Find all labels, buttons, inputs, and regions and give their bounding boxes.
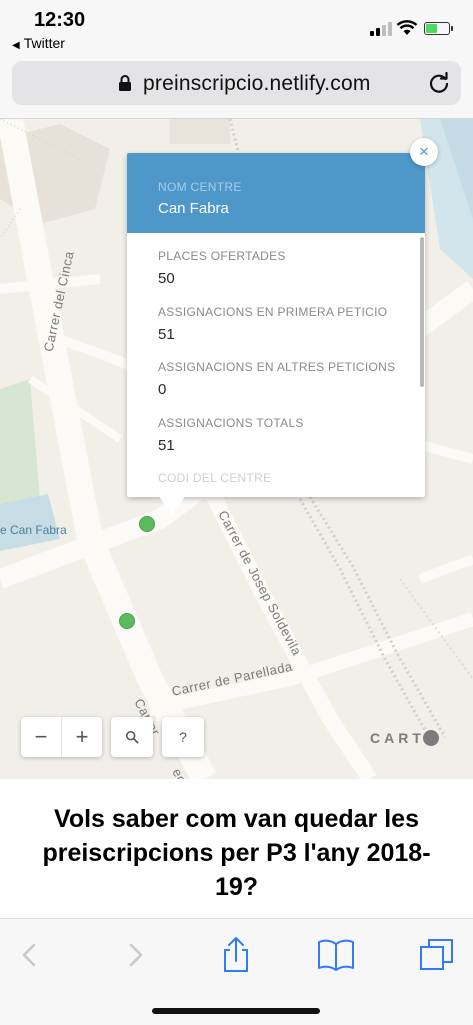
page-headline: Vols saber com van quedar les preiscripc… bbox=[42, 805, 431, 901]
help-label: ? bbox=[179, 729, 187, 745]
field-value: 0 bbox=[158, 381, 167, 398]
lock-icon bbox=[119, 75, 131, 91]
field-label: ASSIGNACIONS EN PRIMERA PETICIO bbox=[158, 305, 388, 319]
forward-icon[interactable] bbox=[115, 935, 155, 975]
popup-scrollbar[interactable] bbox=[420, 237, 424, 387]
browser-address-area: preinscripcio.netlify.com bbox=[0, 58, 473, 119]
status-bar: 12:30 ◀ Twitter bbox=[0, 0, 473, 58]
zoom-controls: − + bbox=[21, 717, 102, 757]
back-icon[interactable] bbox=[10, 935, 50, 975]
carto-attribution[interactable]: CART bbox=[370, 730, 425, 746]
url-text[interactable]: preinscripcio.netlify.com bbox=[143, 72, 371, 96]
popup-body[interactable]: PLACES OFERTADES 50 ASSIGNACIONS EN PRIM… bbox=[127, 233, 425, 497]
bookmarks-icon[interactable] bbox=[316, 935, 356, 975]
popup-close-button[interactable]: × bbox=[410, 138, 438, 166]
cellular-signal-icon bbox=[370, 22, 392, 36]
field-label: ASSIGNACIONS EN ALTRES PETICIONS bbox=[158, 360, 396, 374]
search-button[interactable] bbox=[111, 717, 153, 757]
home-indicator bbox=[152, 1008, 320, 1014]
poi-label: e Can Fabra bbox=[0, 523, 67, 537]
popup-field: PLACES OFERTADES 50 bbox=[158, 249, 286, 287]
back-to-app-link[interactable]: ◀ Twitter bbox=[12, 35, 65, 51]
map[interactable]: Carrer del Cinca Carrer de Josep Soldevi… bbox=[0, 119, 473, 779]
popup-field: ASSIGNACIONS EN PRIMERA PETICIO 51 bbox=[158, 305, 387, 343]
share-icon[interactable] bbox=[216, 935, 256, 975]
field-label: ASSIGNACIONS TOTALS bbox=[158, 416, 304, 430]
battery-level bbox=[426, 24, 437, 33]
popup-field: CODI DEL CENTRE bbox=[158, 471, 271, 492]
nom-centre-value: Can Fabra bbox=[158, 200, 229, 217]
nom-centre-label: NOM CENTRE bbox=[158, 180, 242, 194]
help-button[interactable]: ? bbox=[162, 717, 204, 757]
info-popup: NOM CENTRE Can Fabra PLACES OFERTADES 50… bbox=[127, 153, 425, 497]
zoom-out-button[interactable]: − bbox=[21, 717, 61, 757]
school-marker[interactable] bbox=[139, 516, 155, 532]
field-value: 51 bbox=[158, 437, 175, 454]
search-icon bbox=[125, 730, 139, 744]
popup-header: NOM CENTRE Can Fabra bbox=[127, 153, 425, 233]
status-time: 12:30 bbox=[34, 9, 86, 31]
popup-pointer bbox=[158, 495, 186, 515]
field-label: PLACES OFERTADES bbox=[158, 249, 286, 263]
carto-logo-icon[interactable] bbox=[423, 730, 439, 746]
school-marker[interactable] bbox=[119, 613, 135, 629]
field-value: 51 bbox=[158, 326, 175, 343]
popup-field: ASSIGNACIONS TOTALS 51 bbox=[158, 416, 304, 454]
back-app-label: Twitter bbox=[23, 35, 65, 51]
browser-toolbar bbox=[0, 918, 473, 1025]
field-value: 50 bbox=[158, 270, 175, 287]
reload-icon[interactable] bbox=[428, 72, 450, 94]
tabs-icon[interactable] bbox=[417, 935, 457, 975]
field-label: CODI DEL CENTRE bbox=[158, 471, 272, 485]
address-bar[interactable]: preinscripcio.netlify.com bbox=[12, 61, 461, 105]
battery-icon bbox=[424, 22, 453, 35]
popup-field: ASSIGNACIONS EN ALTRES PETICIONS 0 bbox=[158, 360, 395, 398]
wifi-icon bbox=[396, 20, 418, 35]
zoom-in-button[interactable]: + bbox=[62, 717, 102, 757]
back-triangle-icon: ◀ bbox=[12, 40, 20, 51]
